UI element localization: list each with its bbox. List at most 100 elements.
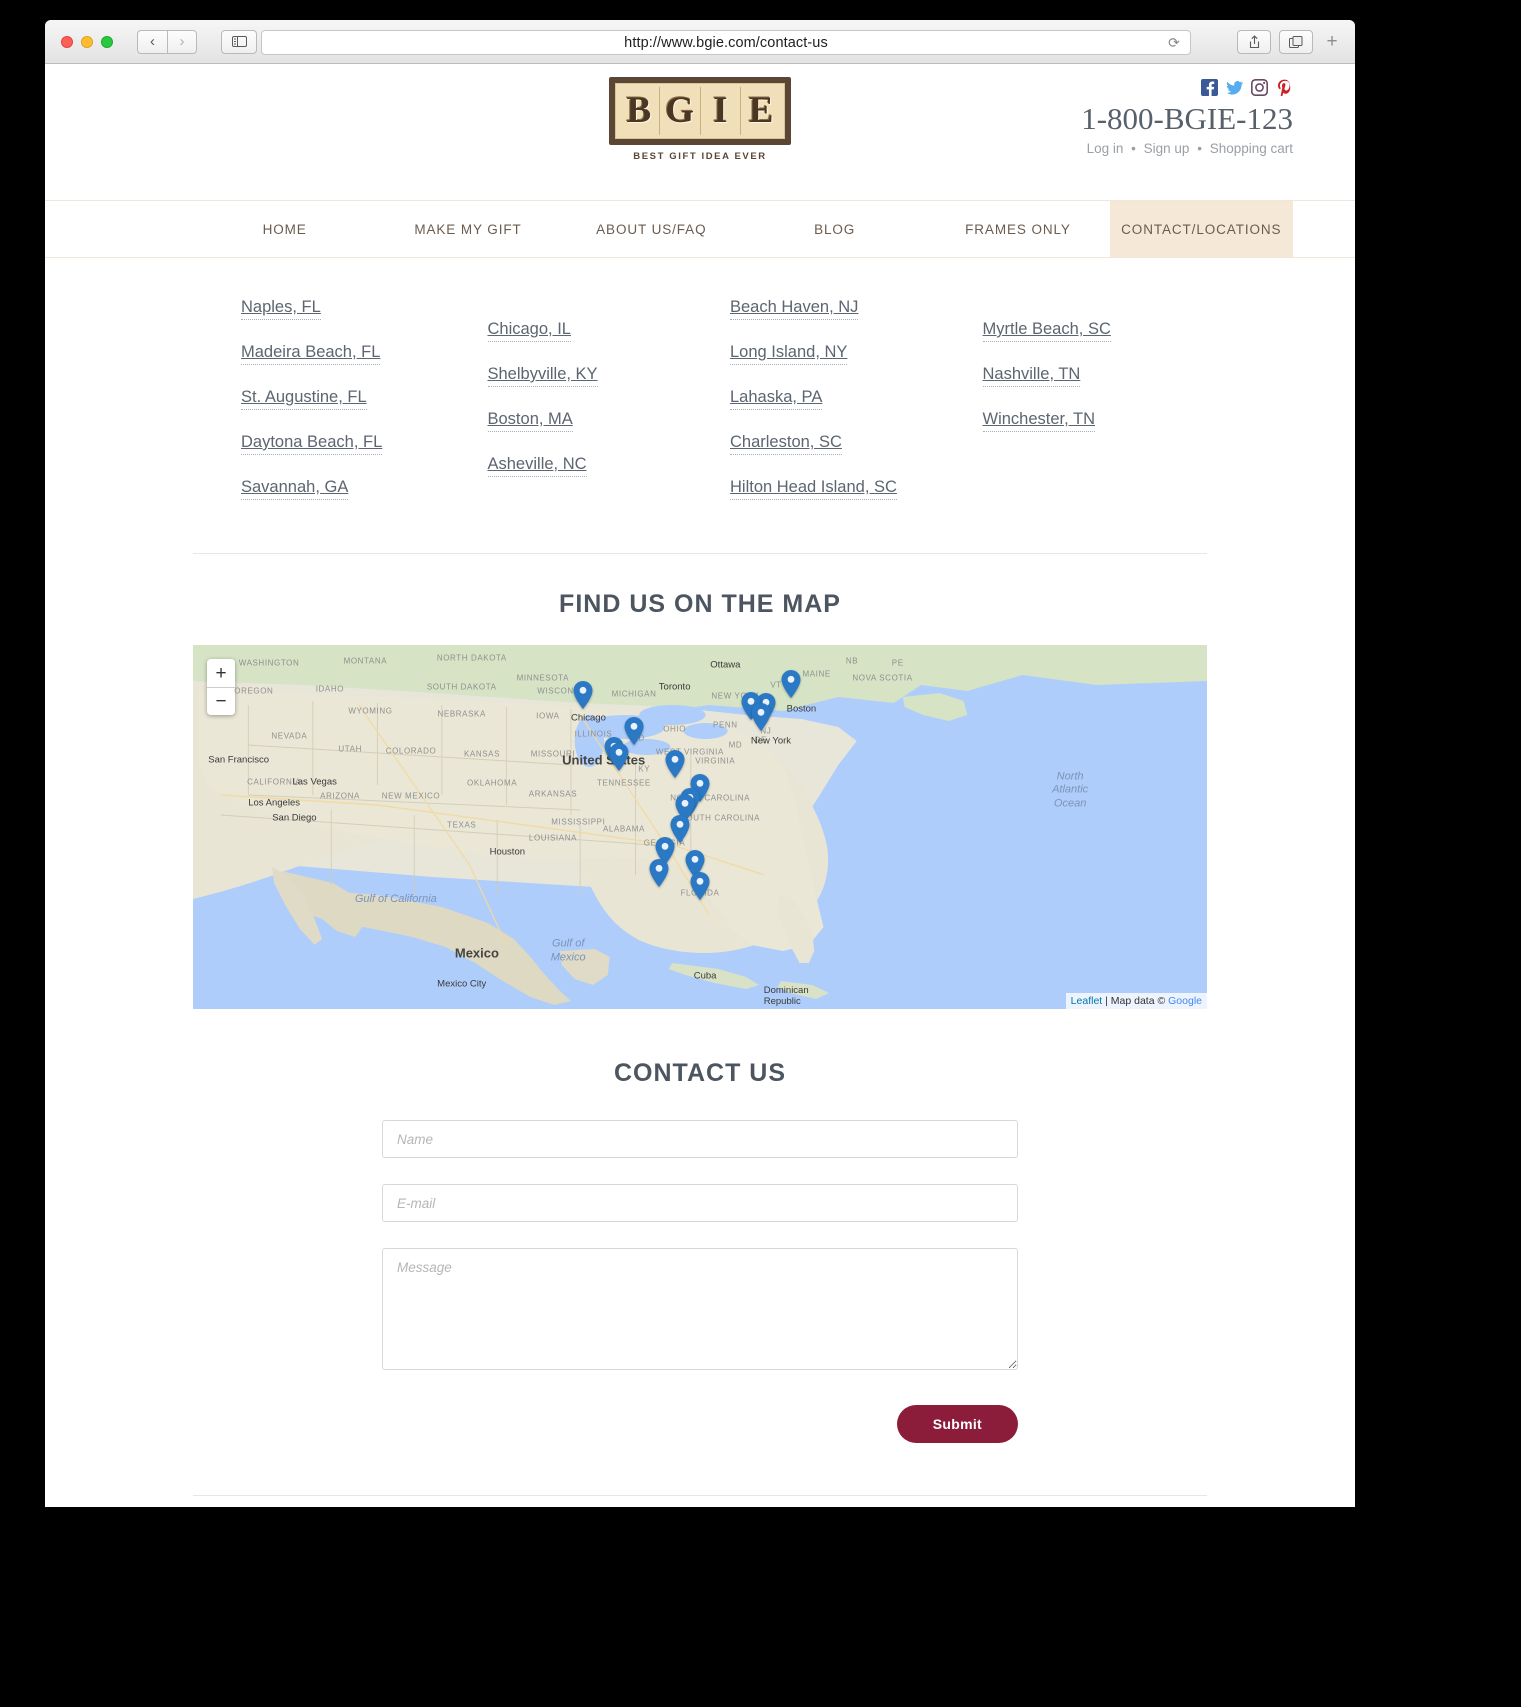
map-country-label: Cuba xyxy=(693,970,717,982)
location-link[interactable]: Asheville, NC xyxy=(487,455,587,477)
locations-list: Naples, FL Madeira Beach, FL St. Augusti… xyxy=(193,258,1207,554)
map-data-label: Map data © xyxy=(1110,995,1166,1007)
map-country-label: Gulf of Mexico xyxy=(550,937,586,963)
map-zoom-controls[interactable]: + − xyxy=(207,659,235,715)
nav-item-contact-locations[interactable]: CONTACT/LOCATIONS xyxy=(1109,201,1293,257)
zoom-in-button[interactable]: + xyxy=(207,659,235,687)
location-link[interactable]: Long Island, NY xyxy=(730,343,848,365)
location-link[interactable]: St. Augustine, FL xyxy=(241,388,367,410)
map-marker-pin[interactable] xyxy=(665,749,685,778)
location-link[interactable]: Myrtle Beach, SC xyxy=(982,320,1111,342)
map-marker-pin[interactable] xyxy=(609,742,629,771)
location-link[interactable]: Naples, FL xyxy=(241,298,321,320)
map-marker-pin[interactable] xyxy=(649,859,669,888)
map-marker-pin[interactable] xyxy=(624,717,644,746)
address-bar[interactable]: http://www.bgie.com/contact-us ⟳ xyxy=(261,30,1191,55)
map-marker-pin[interactable] xyxy=(573,680,593,709)
map-state-label: ALABAMA xyxy=(602,824,645,834)
web-page: B G I E BEST GIFT IDEA EVER 1-800-BGIE-1… xyxy=(45,64,1355,1507)
share-icon[interactable] xyxy=(1237,30,1271,54)
map-city-label: Houston xyxy=(489,846,526,858)
map-state-label: PE xyxy=(891,658,904,668)
map-canvas xyxy=(193,645,1207,1009)
location-link[interactable]: Winchester, TN xyxy=(982,410,1095,432)
map-state-label: UTAH xyxy=(338,744,362,754)
map-city-label: Las Vegas xyxy=(292,776,337,787)
map-country-label: Gulf of California xyxy=(354,892,437,905)
logo-letter: E xyxy=(748,90,774,131)
desktop-background: ‹ › http://www.bgie.com/contact-us ⟳ + B… xyxy=(0,0,1521,1707)
account-separator: • xyxy=(1131,141,1136,156)
map-city-label: Chicago xyxy=(571,712,606,724)
minimize-window-button[interactable] xyxy=(81,35,93,48)
map-state-label: OHIO xyxy=(663,724,687,734)
browser-nav-buttons[interactable]: ‹ › xyxy=(137,29,197,54)
map-country-label: Mexico xyxy=(454,945,499,961)
locations-column: Myrtle Beach, SC Nashville, TN Wincheste… xyxy=(955,298,1208,523)
tabs-icon[interactable] xyxy=(1279,30,1313,54)
locations-column: Beach Haven, NJ Long Island, NY Lahaska,… xyxy=(712,298,955,523)
location-link[interactable]: Savannah, GA xyxy=(241,478,349,500)
leaflet-link[interactable]: Leaflet xyxy=(1071,995,1103,1007)
facebook-icon[interactable] xyxy=(1201,79,1218,96)
map-state-label: LOUISIANA xyxy=(528,833,578,843)
main-navigation: HOME MAKE MY GIFT ABOUT US/FAQ BLOG FRAM… xyxy=(45,200,1355,258)
locations-column: Naples, FL Madeira Beach, FL St. Augusti… xyxy=(193,298,466,523)
social-links[interactable] xyxy=(1081,79,1293,96)
map-country-label: Dominican Republic xyxy=(763,985,809,1008)
reload-icon[interactable]: ⟳ xyxy=(1168,34,1180,51)
close-window-button[interactable] xyxy=(61,35,73,48)
logo-tagline: BEST GIFT IDEA EVER xyxy=(633,151,767,162)
zoom-out-button[interactable]: − xyxy=(207,687,235,715)
location-link[interactable]: Chicago, IL xyxy=(487,320,571,342)
location-link[interactable]: Boston, MA xyxy=(487,410,573,432)
location-link[interactable]: Beach Haven, NJ xyxy=(730,298,859,320)
shopping-cart-link[interactable]: Shopping cart xyxy=(1210,141,1293,156)
location-link[interactable]: Madeira Beach, FL xyxy=(241,343,381,365)
map-state-label: ARIZONA xyxy=(320,791,360,801)
browser-toolbar-right: + xyxy=(1237,30,1343,54)
nav-item-make-my-gift[interactable]: MAKE MY GIFT xyxy=(376,201,559,257)
logo-frame: B G I E xyxy=(609,77,791,145)
browser-titlebar: ‹ › http://www.bgie.com/contact-us ⟳ + xyxy=(45,20,1355,64)
site-logo[interactable]: B G I E BEST GIFT IDEA EVER xyxy=(609,77,791,162)
nav-left-spacer xyxy=(45,201,193,257)
email-input[interactable] xyxy=(382,1184,1018,1222)
locations-column: Chicago, IL Shelbyville, KY Boston, MA A… xyxy=(466,298,713,523)
map-marker-pin[interactable] xyxy=(690,871,710,900)
nav-item-about-us-faq[interactable]: ABOUT US/FAQ xyxy=(560,201,743,257)
account-links: Log in • Sign up • Shopping cart xyxy=(1081,141,1293,156)
forward-icon[interactable]: › xyxy=(167,29,197,54)
map-state-label: NEW MEXICO xyxy=(381,791,441,801)
map-marker-pin[interactable] xyxy=(751,702,771,731)
location-link[interactable]: Shelbyville, KY xyxy=(487,365,598,387)
message-input[interactable] xyxy=(382,1248,1018,1370)
maximize-window-button[interactable] xyxy=(101,35,113,48)
pinterest-icon[interactable] xyxy=(1276,79,1293,96)
new-tab-icon[interactable]: + xyxy=(1321,31,1343,53)
location-link[interactable]: Nashville, TN xyxy=(982,365,1081,387)
map-container[interactable]: + − WASHINGTON MONTANA NORTH DAKOTA MINNESO… xyxy=(193,645,1207,1009)
name-input[interactable] xyxy=(382,1120,1018,1158)
nav-item-frames-only[interactable]: FRAMES ONLY xyxy=(926,201,1109,257)
nav-item-blog[interactable]: BLOG xyxy=(743,201,926,257)
submit-button[interactable]: Submit xyxy=(896,1405,1018,1443)
nav-item-home[interactable]: HOME xyxy=(193,201,376,257)
login-link[interactable]: Log in xyxy=(1087,141,1124,156)
window-controls[interactable] xyxy=(61,35,113,48)
map-state-label: MONTANA xyxy=(343,656,388,666)
location-link[interactable]: Daytona Beach, FL xyxy=(241,433,383,455)
location-link[interactable]: Lahaska, PA xyxy=(730,388,823,410)
instagram-icon[interactable] xyxy=(1251,79,1268,96)
twitter-icon[interactable] xyxy=(1226,79,1243,96)
map-marker-pin[interactable] xyxy=(781,669,801,698)
map-state-label: IDAHO xyxy=(315,684,345,694)
location-link[interactable]: Hilton Head Island, SC xyxy=(730,478,897,500)
browser-window: ‹ › http://www.bgie.com/contact-us ⟳ + B… xyxy=(45,20,1355,1507)
location-link[interactable]: Charleston, SC xyxy=(730,433,842,455)
back-icon[interactable]: ‹ xyxy=(137,29,167,54)
logo-letter: G xyxy=(660,87,701,135)
signup-link[interactable]: Sign up xyxy=(1144,141,1190,156)
sidebar-icon[interactable] xyxy=(221,29,257,54)
logo-letter: B xyxy=(619,87,660,135)
